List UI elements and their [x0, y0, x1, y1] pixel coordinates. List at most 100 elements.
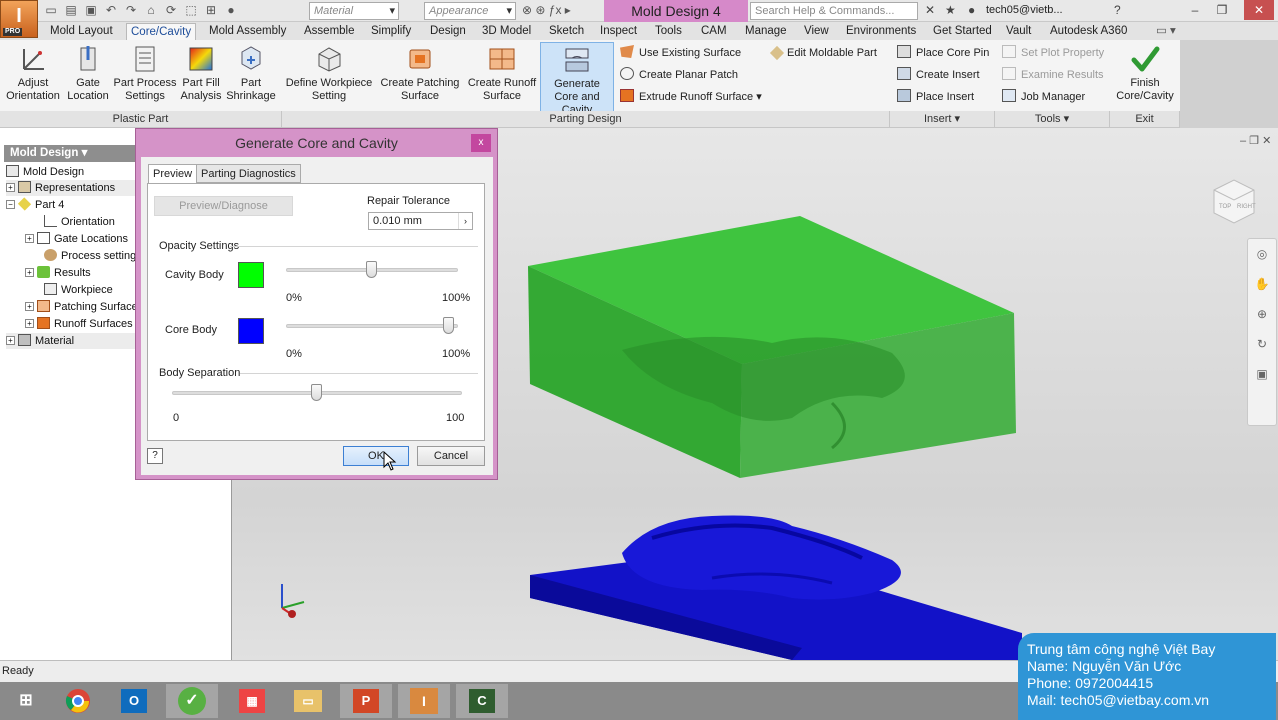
set-plot-property-button[interactable]: Set Plot Property: [1002, 44, 1104, 62]
tree-item-workpiece[interactable]: Workpiece: [44, 282, 113, 298]
use-existing-surface-button[interactable]: Use Existing Surface: [620, 44, 741, 62]
core-color-swatch[interactable]: [238, 318, 264, 344]
create-insert-button[interactable]: Create Insert: [897, 66, 980, 84]
core-opacity-slider[interactable]: [443, 317, 455, 334]
finish-core-cavity-button[interactable]: Finish Core/Cavity: [1113, 42, 1177, 112]
dialog-close-button[interactable]: x: [471, 134, 491, 152]
tab-tools[interactable]: Tools: [651, 23, 686, 40]
place-insert-button[interactable]: Place Insert: [897, 88, 974, 106]
adjust-orientation-button[interactable]: Adjust Orientation: [3, 42, 63, 112]
material-combo[interactable]: Material: [309, 2, 399, 20]
tab-cam[interactable]: CAM: [697, 23, 731, 40]
file-explorer-icon[interactable]: ▭: [282, 684, 334, 718]
tree-item-runoff-surfaces[interactable]: + Runoff Surfaces: [25, 316, 133, 332]
chrome-icon[interactable]: [52, 684, 104, 718]
viewport-window-controls[interactable]: – ❐ ✕: [1240, 134, 1271, 147]
core-body[interactable]: [530, 515, 1022, 660]
help-icon[interactable]: ?: [1114, 3, 1121, 17]
open-icon[interactable]: ▤: [64, 3, 78, 17]
new-icon[interactable]: ▭: [44, 3, 58, 17]
part-process-settings-button[interactable]: Part Process Settings: [113, 42, 177, 112]
tree-item-results[interactable]: + Results: [25, 265, 91, 281]
tab-vault[interactable]: Vault: [1002, 23, 1035, 40]
tab-design[interactable]: Design: [426, 23, 470, 40]
repair-tolerance-input[interactable]: 0.010 mm ›: [368, 212, 473, 230]
cavity-body[interactable]: [528, 216, 1016, 478]
pan-icon[interactable]: ✋: [1248, 269, 1276, 299]
maximize-icon[interactable]: ❐: [1207, 0, 1237, 20]
tab-preview[interactable]: Preview: [148, 164, 198, 184]
tab-inspect[interactable]: Inspect: [596, 23, 641, 40]
tab-core-cavity[interactable]: Core/Cavity: [126, 23, 197, 40]
tab-autodesk-a360[interactable]: Autodesk A360: [1046, 23, 1131, 40]
tree-item-patching-surfaces[interactable]: + Patching Surfaces: [25, 299, 143, 315]
save-icon[interactable]: ▣: [84, 3, 98, 17]
network-app-icon[interactable]: ▦: [226, 684, 278, 718]
measure-icon[interactable]: ⊞: [204, 3, 218, 17]
tab-mold-assembly[interactable]: Mold Assembly: [205, 23, 290, 40]
preview-diagnose-button[interactable]: Preview/Diagnose: [154, 196, 293, 216]
exit-panel-label[interactable]: Exit: [1110, 111, 1180, 127]
fx-icon[interactable]: ⊗ ⊛ ƒx ▸: [522, 3, 571, 17]
create-runoff-surface-button[interactable]: Create Runoff Surface: [466, 42, 538, 112]
gate-location-button[interactable]: Gate Location: [65, 42, 111, 112]
cavity-opacity-slider[interactable]: [366, 261, 377, 278]
user-name[interactable]: tech05@vietb...: [986, 4, 1063, 16]
cancel-button[interactable]: Cancel: [417, 446, 485, 466]
place-core-pin-button[interactable]: Place Core Pin: [897, 44, 989, 62]
part-shrinkage-button[interactable]: Part Shrinkage: [225, 42, 277, 112]
tab-parting-diagnostics[interactable]: Parting Diagnostics: [196, 164, 301, 183]
orbit-icon[interactable]: ↻: [1248, 329, 1276, 359]
plastic-part-panel-label[interactable]: Plastic Part: [0, 111, 282, 127]
generate-core-cavity-button[interactable]: Generate Core and Cavity: [540, 42, 614, 116]
dialog-title[interactable]: Generate Core and Cavity: [136, 129, 497, 157]
favorites-icon[interactable]: ★: [945, 3, 956, 17]
tolerance-arrow-icon[interactable]: ›: [458, 213, 472, 229]
home-icon[interactable]: ⌂: [144, 3, 158, 17]
tab-view[interactable]: View: [800, 23, 833, 40]
ok-button[interactable]: OK: [343, 446, 409, 466]
tools-icon[interactable]: ✕: [925, 3, 935, 17]
undo-icon[interactable]: ↶: [104, 3, 118, 17]
viewcube[interactable]: TOP RIGHT: [1209, 175, 1259, 225]
update-icon[interactable]: ⟳: [164, 3, 178, 17]
cavity-color-swatch[interactable]: [238, 262, 264, 288]
define-workpiece-setting-button[interactable]: Define Workpiece Setting: [284, 42, 374, 112]
separation-slider[interactable]: [311, 384, 322, 401]
redo-icon[interactable]: ↷: [124, 3, 138, 17]
look-at-icon[interactable]: ▣: [1248, 359, 1276, 389]
edit-moldable-part-button[interactable]: Edit Moldable Part: [769, 44, 877, 62]
green-app-icon[interactable]: ✓: [166, 684, 218, 718]
help-button[interactable]: ?: [147, 448, 163, 464]
job-manager-button[interactable]: Job Manager: [1002, 88, 1085, 106]
create-patching-surface-button[interactable]: Create Patching Surface: [376, 42, 464, 112]
part-fill-analysis-button[interactable]: Part Fill Analysis: [179, 42, 223, 112]
search-input[interactable]: Search Help & Commands...: [750, 2, 918, 20]
tab-assemble[interactable]: Assemble: [300, 23, 359, 40]
ribbon-options-icon[interactable]: ▭ ▾: [1152, 23, 1180, 40]
powerpoint-icon[interactable]: P: [340, 684, 392, 718]
tab-manage[interactable]: Manage: [741, 23, 791, 40]
camtasia-icon[interactable]: C: [456, 684, 508, 718]
color-icon[interactable]: ●: [224, 3, 238, 17]
tree-item-process-settings[interactable]: Process settings: [44, 248, 142, 264]
insert-panel-label[interactable]: Insert ▾: [890, 111, 995, 127]
tab-sketch[interactable]: Sketch: [545, 23, 588, 40]
select-icon[interactable]: ⬚: [184, 3, 198, 17]
appearance-combo[interactable]: Appearance: [424, 2, 516, 20]
tab-3d-model[interactable]: 3D Model: [478, 23, 535, 40]
tab-environments[interactable]: Environments: [842, 23, 920, 40]
user-icon[interactable]: ●: [968, 3, 975, 17]
tab-mold-layout[interactable]: Mold Layout: [46, 23, 117, 40]
extrude-runoff-surface-button[interactable]: Extrude Runoff Surface ▾: [620, 88, 762, 106]
steering-wheel-icon[interactable]: ◎: [1248, 239, 1276, 269]
windows-start-icon[interactable]: ⊞: [0, 684, 52, 718]
tree-item-orientation[interactable]: Orientation: [44, 214, 115, 230]
outlook-icon[interactable]: O: [108, 684, 160, 718]
core-opacity-track[interactable]: [286, 324, 458, 328]
minimize-icon[interactable]: –: [1180, 0, 1210, 20]
parting-design-panel-label[interactable]: Parting Design: [282, 111, 890, 127]
tab-simplify[interactable]: Simplify: [367, 23, 415, 40]
app-logo[interactable]: I PRO: [0, 0, 38, 38]
tree-item-part-4[interactable]: − Part 4: [6, 197, 64, 213]
